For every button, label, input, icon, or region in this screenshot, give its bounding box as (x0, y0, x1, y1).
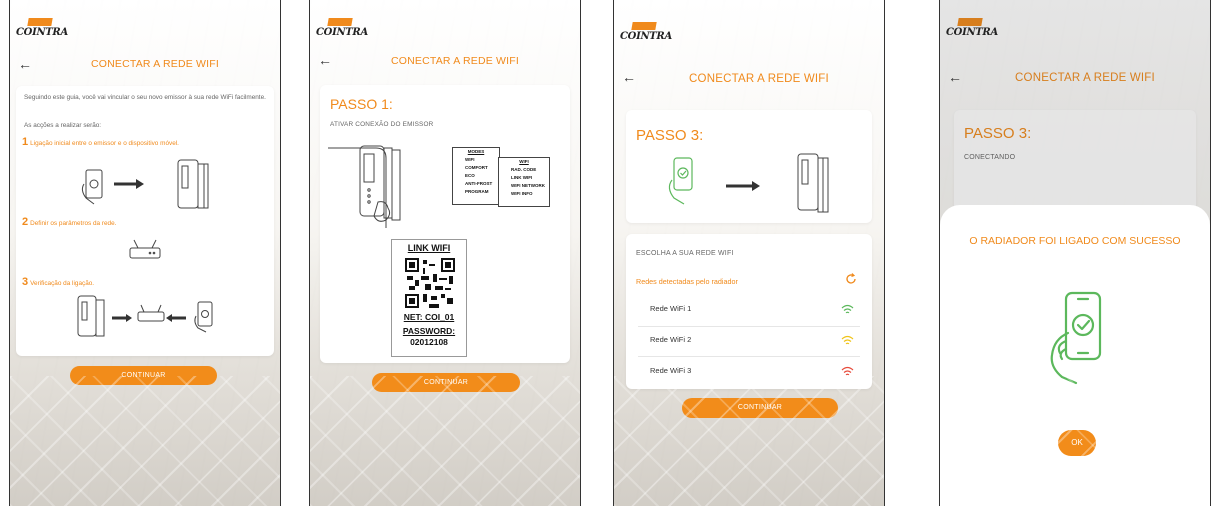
cointra-logo: COINTRA (16, 18, 68, 42)
phone-check-icon (1050, 291, 1102, 385)
qr-net: NET: COI_01 (403, 312, 455, 322)
network-item-2[interactable]: Rede WiFi 2 (650, 335, 691, 344)
network-item-1[interactable]: Rede WiFi 1 (650, 304, 691, 313)
phone-to-radiator-illustration (81, 159, 209, 209)
step-3: 3 Verificação da ligação. (22, 276, 95, 288)
page-title: CONECTAR A REDE WIFI (90, 58, 220, 70)
back-arrow-icon[interactable]: ← (18, 57, 32, 71)
step-2: 2 Definir os parâmetros da rede. (22, 216, 117, 228)
screen-step-1: COINTRA ← CONECTAR A REDE WIFI PASSO 1: … (309, 0, 581, 506)
page-title: CONECTAR A REDE WIFI (390, 55, 520, 67)
qr-password: 02012108 (410, 337, 448, 347)
qr-code-box: LINK WIFI NET: COI_01 PASSWORD: 02012108 (391, 239, 467, 357)
screen-success: COINTRA ← CONECTAR A REDE WIFI PASSO 3: … (939, 0, 1211, 506)
ok-button[interactable]: OK (1058, 430, 1096, 456)
cointra-logo: COINTRA (316, 18, 368, 42)
back-arrow-icon[interactable]: ← (318, 53, 332, 67)
modal-title: O RADIADOR FOI LIGADO COM SUCESSO (969, 235, 1181, 247)
detected-networks-title: Redes detectadas pelo radiador (636, 277, 738, 286)
cointra-logo: COINTRA (620, 22, 672, 46)
page-title: CONECTAR A REDE WIFI (689, 73, 829, 85)
qr-password-label: PASSWORD: (402, 326, 456, 336)
network-item-3[interactable]: Rede WiFi 3 (650, 366, 691, 375)
network-label: ESCOLHA A SUA REDE WIFI (636, 250, 734, 257)
qr-title: LINK WIFI (407, 243, 451, 253)
router-icon (129, 239, 161, 259)
continue-button[interactable]: CONTINUAR (682, 398, 838, 418)
step-3-card: PASSO 3: (626, 110, 872, 223)
phone-success-to-radiator-illustration (668, 153, 829, 213)
radiator-touch-illustration (328, 145, 401, 228)
step-1-card: PASSO 1: ATIVAR CONEXÃO DO EMISSOR MODES… (320, 85, 570, 363)
qr-code (405, 258, 455, 308)
intro-text: Seguindo este guia, você vai vincular o … (24, 94, 266, 101)
wifi-signal-strong-icon (841, 304, 854, 314)
intro-card: Seguindo este guia, você vai vincular o … (16, 86, 274, 356)
actions-label: As acções a realizar serão: (24, 122, 102, 129)
screen-intro: COINTRA ← CONECTAR A REDE WIFI Seguindo … (9, 0, 281, 506)
step-subtitle: ATIVAR CONEXÃO DO EMISSOR (330, 121, 434, 128)
step-title: PASSO 1: (330, 96, 393, 112)
step-title: PASSO 3: (636, 127, 704, 144)
wifi-signal-medium-icon (841, 335, 854, 345)
wifi-signal-weak-icon (841, 366, 854, 376)
modes-menu: MODES WIFI COMFORT ECO ANTI-FROST PROGRA… (452, 147, 500, 205)
network-list-card: ESCOLHA A SUA REDE WIFI Redes detectadas… (626, 234, 872, 389)
success-modal: O RADIADOR FOI LIGADO COM SUCESSO OK (940, 205, 1210, 506)
wifi-menu: WIFI RAD. CODE LINK WIFI WIFI NETWORK WI… (498, 157, 550, 207)
screen-step-3-networks: COINTRA ← CONECTAR A REDE WIFI PASSO 3: … (613, 0, 885, 506)
refresh-icon[interactable] (844, 272, 858, 286)
continue-button[interactable]: CONTINUAR (70, 366, 217, 385)
continue-button[interactable]: CONTINUAR (372, 373, 520, 392)
back-arrow-icon[interactable]: ← (622, 70, 636, 84)
verification-illustration (77, 295, 213, 337)
step-1: 1 Ligação inicial entre o emissor e o dis… (22, 136, 179, 148)
